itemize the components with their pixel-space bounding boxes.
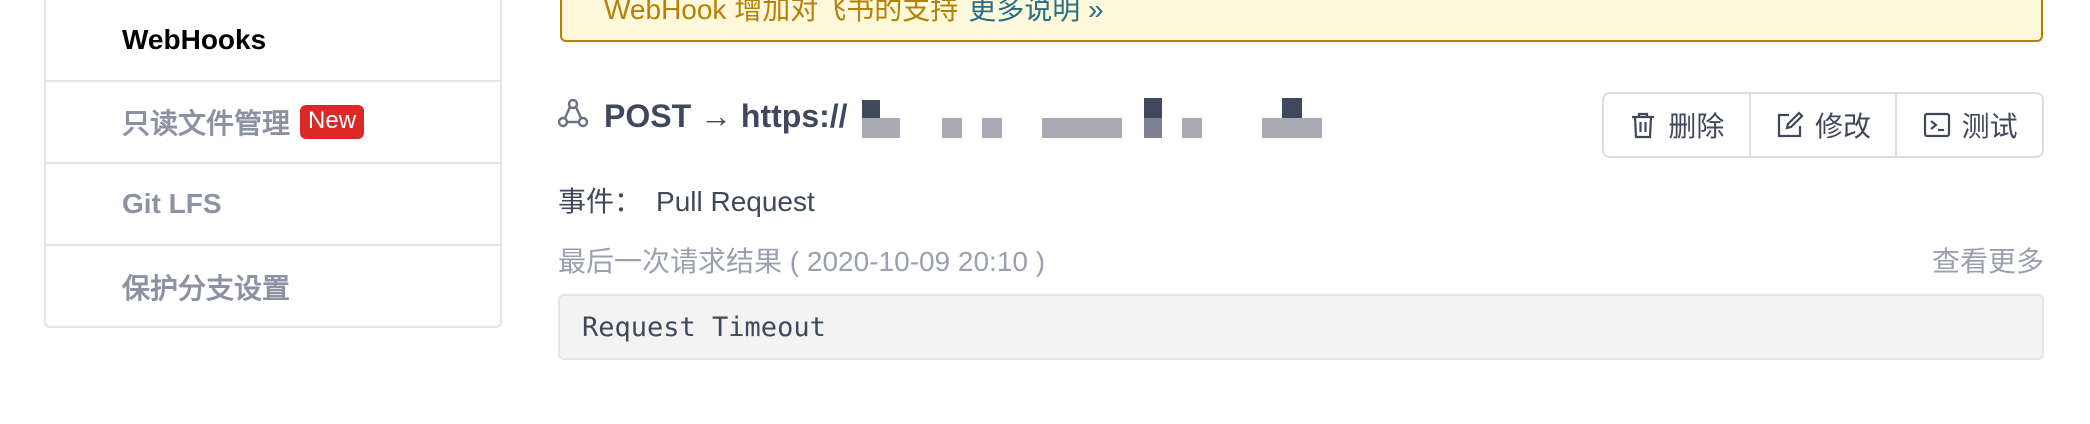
notice-more-link[interactable]: 更多说明 » [968,0,1103,25]
edit-button[interactable]: 修改 [1751,94,1898,156]
settings-sidebar: WebHooks 只读文件管理 New Git LFS 保护分支设置 [44,0,502,328]
edit-icon [1777,111,1804,138]
delete-button[interactable]: 删除 [1604,94,1751,156]
sidebar-item-label: 只读文件管理 [122,108,291,139]
delete-label: 删除 [1668,111,1725,142]
redacted-url [862,98,1342,142]
webhook-title: POST → https:// [604,98,848,134]
test-label: 测试 [1961,111,2018,142]
webhook-icon [557,98,589,128]
edit-label: 修改 [1815,111,1872,142]
sidebar-item-branch-protection[interactable]: 保护分支设置 [46,246,500,328]
notice-banner: WebHook 增加对飞书的支持 更多说明 » [560,0,2043,42]
response-output: Request Timeout [558,294,2044,360]
event-value: Pull Request [656,186,815,217]
sidebar-item-readonly-files[interactable]: 只读文件管理 New [46,82,500,164]
event-label: 事件： [558,186,643,217]
response-text: Request Timeout [582,311,826,343]
last-request-result: 最后一次请求结果 ( 2020-10-09 20:10 ) [558,246,1046,277]
sidebar-item-git-lfs[interactable]: Git LFS [46,164,500,246]
sidebar-item-webhooks[interactable]: WebHooks [46,0,500,82]
sidebar-item-label: 保护分支设置 [122,273,291,304]
notice-message: WebHook 增加对飞书的支持 [604,0,959,25]
sidebar-item-label: Git LFS [122,188,222,219]
sidebar-item-label: WebHooks [122,24,267,55]
view-more-link[interactable]: 查看更多 [1932,240,2044,280]
webhook-actions: 删除 修改 测试 [1602,92,2044,158]
terminal-icon [1923,112,1950,138]
trash-icon [1632,112,1655,139]
test-button[interactable]: 测试 [1897,94,2042,156]
notice-text: WebHook 增加对飞书的支持 更多说明 » [604,0,1104,28]
event-line: 事件： Pull Request [558,180,815,220]
new-badge: New [300,105,365,139]
